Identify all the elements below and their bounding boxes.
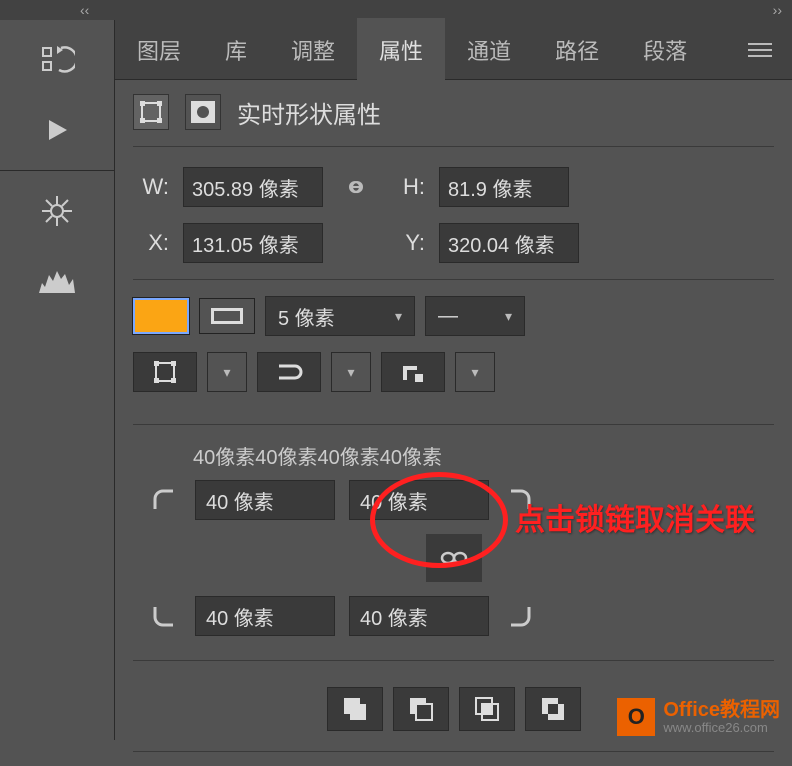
tab-adjustments[interactable]: 调整 [269, 18, 357, 82]
stroke-corner-dropdown[interactable]: ▾ [455, 352, 495, 392]
navigator-tool-icon[interactable] [27, 181, 87, 241]
y-label: Y: [389, 230, 425, 256]
stroke-color-swatch[interactable] [199, 298, 255, 334]
radius-combined-readout: 40像素40像素40像素40像素 [193, 441, 774, 470]
pathfinder-unite-button[interactable] [327, 687, 383, 731]
pathfinder-intersect-button[interactable] [459, 687, 515, 731]
corner-br-icon [503, 599, 537, 633]
chevron-down-icon: ▾ [395, 308, 402, 325]
stroke-width-select[interactable]: 5 像素 ▾ [265, 296, 415, 336]
tab-paths[interactable]: 路径 [533, 18, 621, 82]
stroke-corner-select[interactable] [381, 352, 445, 392]
tab-channels[interactable]: 通道 [445, 18, 533, 82]
stroke-cap-select[interactable] [257, 352, 321, 392]
stroke-style-value: — [438, 305, 458, 328]
width-input[interactable] [183, 167, 323, 207]
chevron-down-icon: ▾ [505, 308, 512, 325]
section-title: 实时形状属性 [237, 95, 381, 130]
mask-mode-icon[interactable] [185, 94, 221, 130]
watermark-logo-icon: O [617, 698, 655, 736]
y-input[interactable] [439, 223, 579, 263]
shape-mode-icon[interactable] [133, 94, 169, 130]
collapse-right-icon[interactable]: ›› [773, 2, 782, 18]
history-tool-icon[interactable] [27, 30, 87, 90]
watermark-title: Office教程网 [663, 700, 780, 720]
tab-properties[interactable]: 属性 [357, 18, 445, 82]
annotation-text: 点击锁链取消关联 [515, 495, 755, 539]
height-input[interactable] [439, 167, 569, 207]
radius-tl-input[interactable] [195, 480, 335, 520]
x-label: X: [133, 230, 169, 256]
play-tool-icon[interactable] [27, 100, 87, 160]
stroke-align-select[interactable] [133, 352, 197, 392]
x-input[interactable] [183, 223, 323, 263]
watermark: O Office教程网 www.office26.com [617, 698, 780, 736]
tab-layers[interactable]: 图层 [115, 18, 203, 82]
height-label: H: [389, 174, 425, 200]
tab-paragraph[interactable]: 段落 [621, 18, 709, 82]
corner-radius-section: 40像素40像素40像素40像素 [133, 424, 774, 661]
stroke-align-dropdown[interactable]: ▾ [207, 352, 247, 392]
radius-bl-input[interactable] [195, 596, 335, 636]
width-label: W: [133, 174, 169, 200]
histogram-tool-icon[interactable] [27, 251, 87, 311]
panel-tabs: 图层 库 调整 属性 通道 路径 段落 [115, 20, 792, 80]
radius-br-input[interactable] [349, 596, 489, 636]
left-tool-sidebar [0, 20, 115, 740]
corner-bl-icon [147, 599, 181, 633]
corner-tl-icon [147, 483, 181, 517]
pathfinder-exclude-button[interactable] [525, 687, 581, 731]
stroke-cap-dropdown[interactable]: ▾ [331, 352, 371, 392]
watermark-url: www.office26.com [663, 720, 780, 735]
stroke-style-select[interactable]: — ▾ [425, 296, 525, 336]
radius-tr-input[interactable] [349, 480, 489, 520]
fill-color-swatch[interactable] [133, 298, 189, 334]
panel-menu-icon[interactable] [748, 41, 772, 59]
collapse-left-icon[interactable]: ‹‹ [80, 2, 89, 18]
link-wh-icon[interactable] [337, 178, 375, 196]
tab-swatches[interactable]: 库 [203, 18, 269, 82]
stroke-width-value: 5 像素 [278, 302, 335, 331]
pathfinder-subtract-button[interactable] [393, 687, 449, 731]
link-radii-button[interactable] [426, 534, 482, 582]
